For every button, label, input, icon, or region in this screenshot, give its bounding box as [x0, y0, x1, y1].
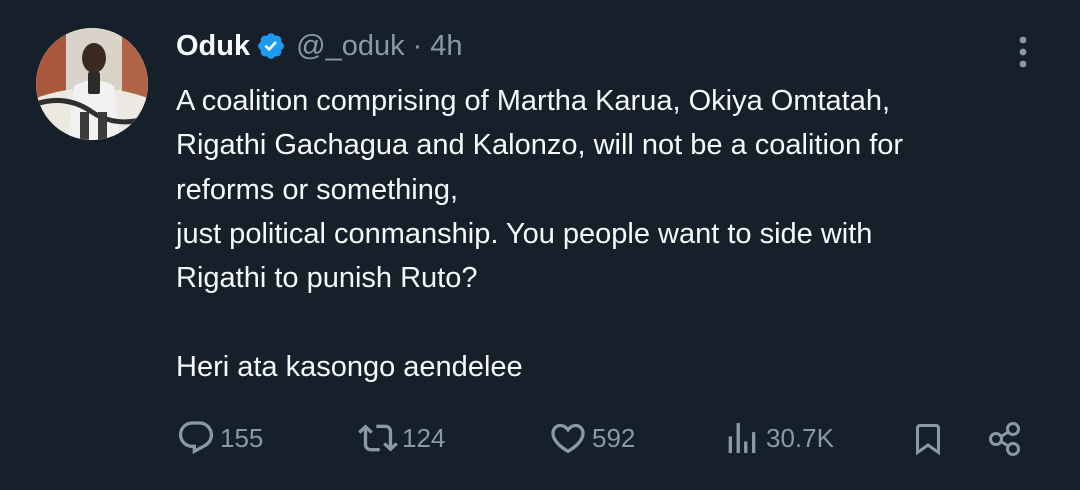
tweet-text: A coalition comprising of Martha Karua, …	[176, 79, 1046, 389]
display-name[interactable]: Oduk	[176, 30, 250, 63]
tweet-text-line: Rigathi Gachagua and Kalonzo, will not b…	[176, 129, 904, 162]
tweet-text-line: Heri ata kasongo aendelee	[176, 350, 523, 383]
avatar[interactable]	[36, 28, 148, 140]
bookmark-button[interactable]	[910, 419, 946, 459]
retweet-icon	[358, 424, 398, 452]
retweet-button[interactable]: 124	[358, 418, 445, 458]
views-button[interactable]: 30.7K	[722, 418, 834, 458]
reply-count: 155	[220, 422, 264, 453]
tweet-text-blank-line	[176, 300, 1046, 344]
tweet-text-line: just political conmanship. You people wa…	[176, 217, 873, 250]
tweet-timestamp[interactable]: 4h	[430, 30, 462, 63]
verified-badge-icon	[256, 31, 286, 61]
retweet-count: 124	[402, 422, 446, 453]
tweet-text-line: A coalition comprising of Martha Karua, …	[176, 85, 891, 117]
avatar-photo-icon	[36, 28, 148, 140]
tweet-card[interactable]: Oduk @_oduk · 4h A coalition comprising …	[0, 0, 1080, 490]
like-count: 592	[592, 422, 636, 453]
like-button[interactable]: 592	[548, 418, 635, 458]
heart-icon	[551, 423, 585, 454]
user-handle[interactable]: @_oduk	[296, 30, 404, 63]
more-options-button[interactable]	[1008, 32, 1038, 72]
header-separator: ·	[412, 29, 423, 62]
views-count: 30.7K	[766, 422, 834, 453]
reply-button[interactable]: 155	[176, 418, 263, 458]
share-button[interactable]	[986, 419, 1024, 459]
tweet-text-line: reforms or something,	[176, 173, 459, 206]
views-chart-icon	[728, 423, 756, 453]
tweet-text-line: Rigathi to punish Ruto?	[176, 262, 478, 295]
tweet-header: Oduk @_oduk · 4h	[176, 26, 463, 66]
more-vertical-icon	[1019, 36, 1027, 68]
bookmark-icon	[916, 424, 940, 456]
share-icon	[989, 422, 1020, 456]
reply-icon	[178, 421, 214, 455]
